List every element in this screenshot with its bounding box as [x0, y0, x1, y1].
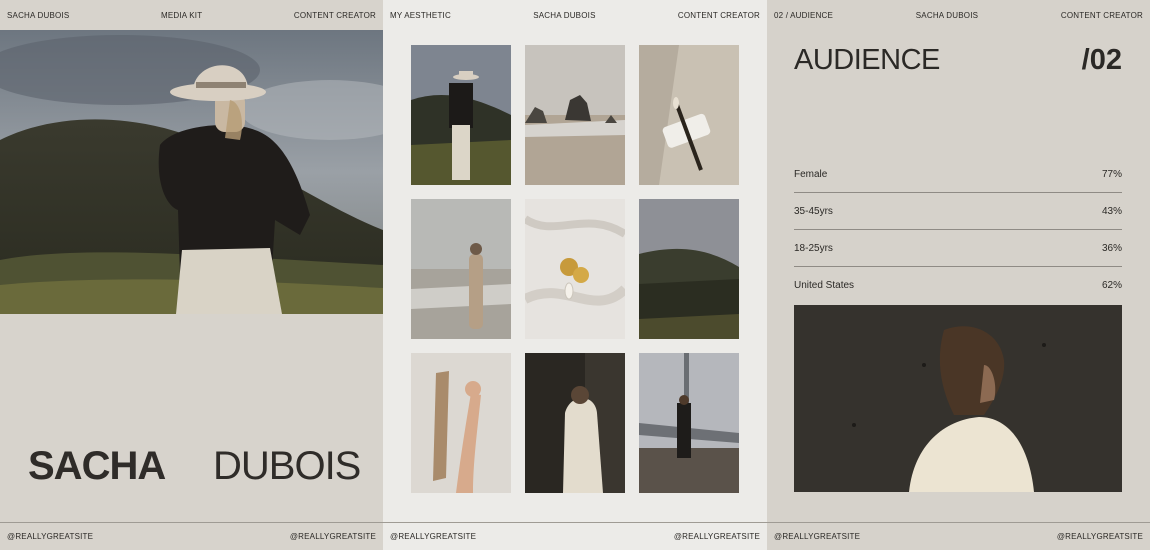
header-right: CONTENT CREATOR — [1060, 10, 1143, 20]
stat-label: United States — [794, 280, 855, 291]
gallery-photo-bridge[interactable] — [639, 353, 739, 493]
header-center: MEDIA KIT — [160, 10, 203, 20]
gallery-photo-gold-earrings[interactable] — [525, 199, 625, 339]
header-right: CONTENT CREATOR — [677, 10, 760, 20]
stat-label: 18-25yrs — [794, 242, 833, 254]
gallery-photo-woman-shadow[interactable] — [525, 353, 625, 493]
gallery-photo-hat-hillside[interactable] — [411, 45, 511, 185]
footer-left-handle[interactable]: @REALLYGREATSITE — [7, 532, 93, 541]
gallery-photo-beach-rocks[interactable] — [525, 45, 625, 185]
gallery-photo-hand-scarf[interactable] — [411, 353, 511, 493]
stat-value: 62% — [1101, 280, 1122, 291]
stat-row: 35-45yrs 43% — [794, 193, 1122, 230]
section-number: /02 — [1081, 44, 1122, 76]
aesthetic-page: MY AESTHETIC SACHA DUBOIS CONTENT CREATO… — [383, 0, 767, 550]
header-left: 02 / AUDIENCE — [774, 10, 834, 20]
footer-right-handle[interactable]: @REALLYGREATSITE — [1057, 532, 1143, 541]
footer-left-handle[interactable]: @REALLYGREATSITE — [774, 532, 860, 541]
page-footer: @REALLYGREATSITE @REALLYGREATSITE — [0, 522, 383, 550]
page-footer: @REALLYGREATSITE @REALLYGREATSITE — [767, 522, 1150, 550]
page-header: 02 / AUDIENCE SACHA DUBOIS CONTENT CREAT… — [767, 0, 1150, 30]
audience-stats-list: Female 77% 35-45yrs 43% 18-25yrs 36% Uni… — [794, 156, 1122, 304]
hero-photo-woman-hat — [0, 30, 383, 314]
header-right: CONTENT CREATOR — [293, 10, 376, 20]
header-left: SACHA DUBOIS — [7, 10, 70, 20]
header-center: SACHA DUBOIS — [533, 10, 596, 20]
header-left: MY AESTHETIC — [390, 10, 451, 20]
audience-title: AUDIENCE — [794, 44, 940, 76]
gallery-photo-green-hills[interactable] — [639, 199, 739, 339]
footer-left-handle[interactable]: @REALLYGREATSITE — [390, 532, 476, 541]
page-footer: @REALLYGREATSITE @REALLYGREATSITE — [383, 522, 767, 550]
gallery-photo-woman-shore[interactable] — [411, 199, 511, 339]
audience-photo-woman-profile — [794, 305, 1122, 492]
stat-row: Female 77% — [794, 156, 1122, 193]
stat-value: 43% — [1101, 205, 1122, 217]
footer-right-handle[interactable]: @REALLYGREATSITE — [674, 532, 760, 541]
page-header: MY AESTHETIC SACHA DUBOIS CONTENT CREATO… — [383, 0, 767, 30]
stat-row: 18-25yrs 36% — [794, 230, 1122, 267]
media-kit-page: SACHA DUBOIS MEDIA KIT CONTENT CREATOR S… — [0, 0, 383, 550]
audience-page: 02 / AUDIENCE SACHA DUBOIS CONTENT CREAT… — [767, 0, 1150, 550]
gallery-photo-brush-linen[interactable] — [639, 45, 739, 185]
stat-label: Female — [794, 168, 828, 180]
page-header: SACHA DUBOIS MEDIA KIT CONTENT CREATOR — [0, 0, 383, 30]
stat-value: 77% — [1101, 168, 1122, 180]
stat-label: 35-45yrs — [794, 205, 833, 217]
footer-right-handle[interactable]: @REALLYGREATSITE — [290, 532, 376, 541]
stat-value: 36% — [1101, 242, 1122, 254]
last-name-heading: DUBOIS — [213, 444, 361, 488]
stat-row: United States 62% — [794, 267, 1122, 304]
first-name-heading: SACHA — [28, 444, 166, 488]
header-center: SACHA DUBOIS — [915, 10, 979, 20]
